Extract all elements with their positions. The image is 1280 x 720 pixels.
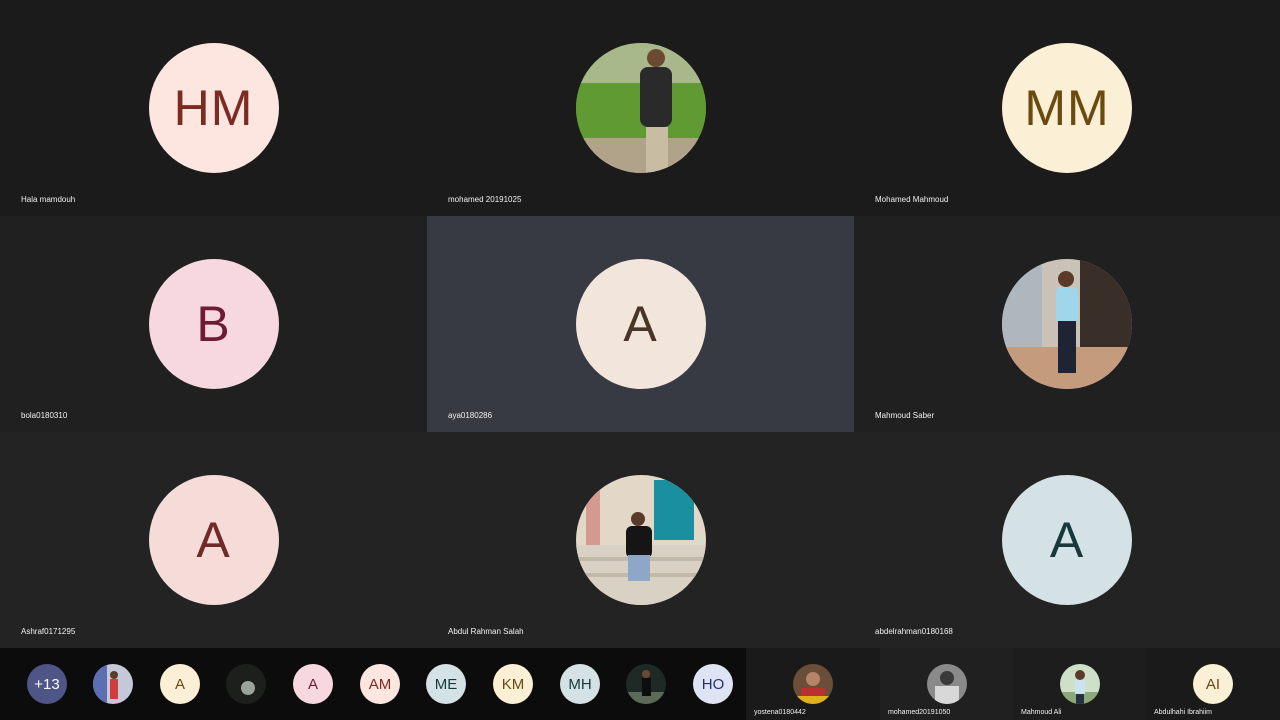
participant-thumbnail[interactable]: MH bbox=[560, 664, 600, 704]
avatar bbox=[575, 475, 706, 605]
participant-grid: HM Hala mamdouh mohamed 20191025 MM Moha… bbox=[0, 0, 1280, 648]
participant-strip: +13 A A AM ME KM MH HO yostena0180442 mo… bbox=[0, 648, 1280, 720]
participant-name: bola0180310 bbox=[21, 411, 68, 420]
person-standing-icon bbox=[1002, 259, 1132, 389]
participant-tile[interactable]: MM Mohamed Mahmoud bbox=[854, 0, 1280, 216]
participant-thumbnail-list: +13 A A AM ME KM MH HO bbox=[0, 648, 746, 720]
participant-thumbnail[interactable] bbox=[226, 664, 266, 704]
pinned-participant-tile[interactable]: yostena0180442 bbox=[746, 648, 880, 720]
pinned-participant-tile[interactable]: mohamed20191050 bbox=[880, 648, 1013, 720]
participant-tile-speaking[interactable]: A aya0180286 bbox=[427, 216, 854, 432]
pinned-participant-tile[interactable]: Mahmoud Ali bbox=[1013, 648, 1146, 720]
participant-tile[interactable]: Mahmoud Saber bbox=[854, 216, 1280, 432]
avatar bbox=[793, 664, 833, 704]
participant-name: yostena0180442 bbox=[754, 709, 806, 716]
portrait-photo-icon bbox=[793, 664, 833, 704]
avatar: A bbox=[1002, 475, 1132, 605]
participant-name: Hala mamdouh bbox=[21, 195, 76, 204]
avatar: A bbox=[575, 259, 706, 389]
avatar: HM bbox=[148, 43, 279, 173]
participant-tile[interactable]: A abdelrahman0180168 bbox=[854, 432, 1280, 648]
night-photo-icon bbox=[626, 664, 666, 704]
avatar: A bbox=[148, 475, 279, 605]
participant-thumbnail[interactable]: ME bbox=[426, 664, 466, 704]
person-sitting-icon bbox=[575, 475, 706, 605]
participant-thumbnail[interactable]: A bbox=[160, 664, 200, 704]
participant-thumbnail[interactable]: AM bbox=[360, 664, 400, 704]
participant-thumbnail[interactable] bbox=[93, 664, 133, 704]
participant-thumbnail[interactable] bbox=[626, 664, 666, 704]
participant-name: Mahmoud Ali bbox=[1021, 709, 1062, 716]
participant-tile[interactable]: A Ashraf0171295 bbox=[0, 432, 427, 648]
participant-name: mohamed 20191025 bbox=[448, 195, 522, 204]
avatar bbox=[1059, 664, 1100, 704]
bw-photo-icon bbox=[926, 664, 967, 704]
participant-name: Abdul Rahman Salah bbox=[448, 627, 524, 636]
participant-tile[interactable]: B bola0180310 bbox=[0, 216, 427, 432]
participant-name: Ashraf0171295 bbox=[21, 627, 76, 636]
participant-thumbnail[interactable]: KM bbox=[493, 664, 533, 704]
participant-name: Mahmoud Saber bbox=[875, 411, 935, 420]
participant-name: abdelrahman0180168 bbox=[875, 627, 953, 636]
avatar bbox=[926, 664, 967, 704]
person-outdoor-icon bbox=[575, 43, 706, 173]
person-photo-icon bbox=[93, 664, 133, 704]
participant-tile[interactable]: mohamed 20191025 bbox=[427, 0, 854, 216]
participant-thumbnail[interactable]: A bbox=[293, 664, 333, 704]
participant-thumbnail[interactable]: HO bbox=[693, 664, 733, 704]
participant-tile[interactable]: HM Hala mamdouh bbox=[0, 0, 427, 216]
participant-name: mohamed20191050 bbox=[888, 709, 951, 716]
avatar bbox=[1002, 259, 1132, 389]
participant-name: Abdulhahi Ibrahiim bbox=[1154, 709, 1212, 716]
avatar: MM bbox=[1002, 43, 1132, 173]
avatar bbox=[575, 43, 706, 173]
dark-photo-icon bbox=[226, 664, 266, 704]
pinned-participant-tile[interactable]: AI Abdulhahi Ibrahiim bbox=[1146, 648, 1280, 720]
participant-name: aya0180286 bbox=[448, 411, 493, 420]
avatar: B bbox=[148, 259, 279, 389]
more-participants-button[interactable]: +13 bbox=[27, 664, 67, 704]
outdoor-photo-icon bbox=[1059, 664, 1100, 704]
participant-tile[interactable]: Abdul Rahman Salah bbox=[427, 432, 854, 648]
avatar: AI bbox=[1193, 664, 1233, 704]
participant-name: Mohamed Mahmoud bbox=[875, 195, 949, 204]
